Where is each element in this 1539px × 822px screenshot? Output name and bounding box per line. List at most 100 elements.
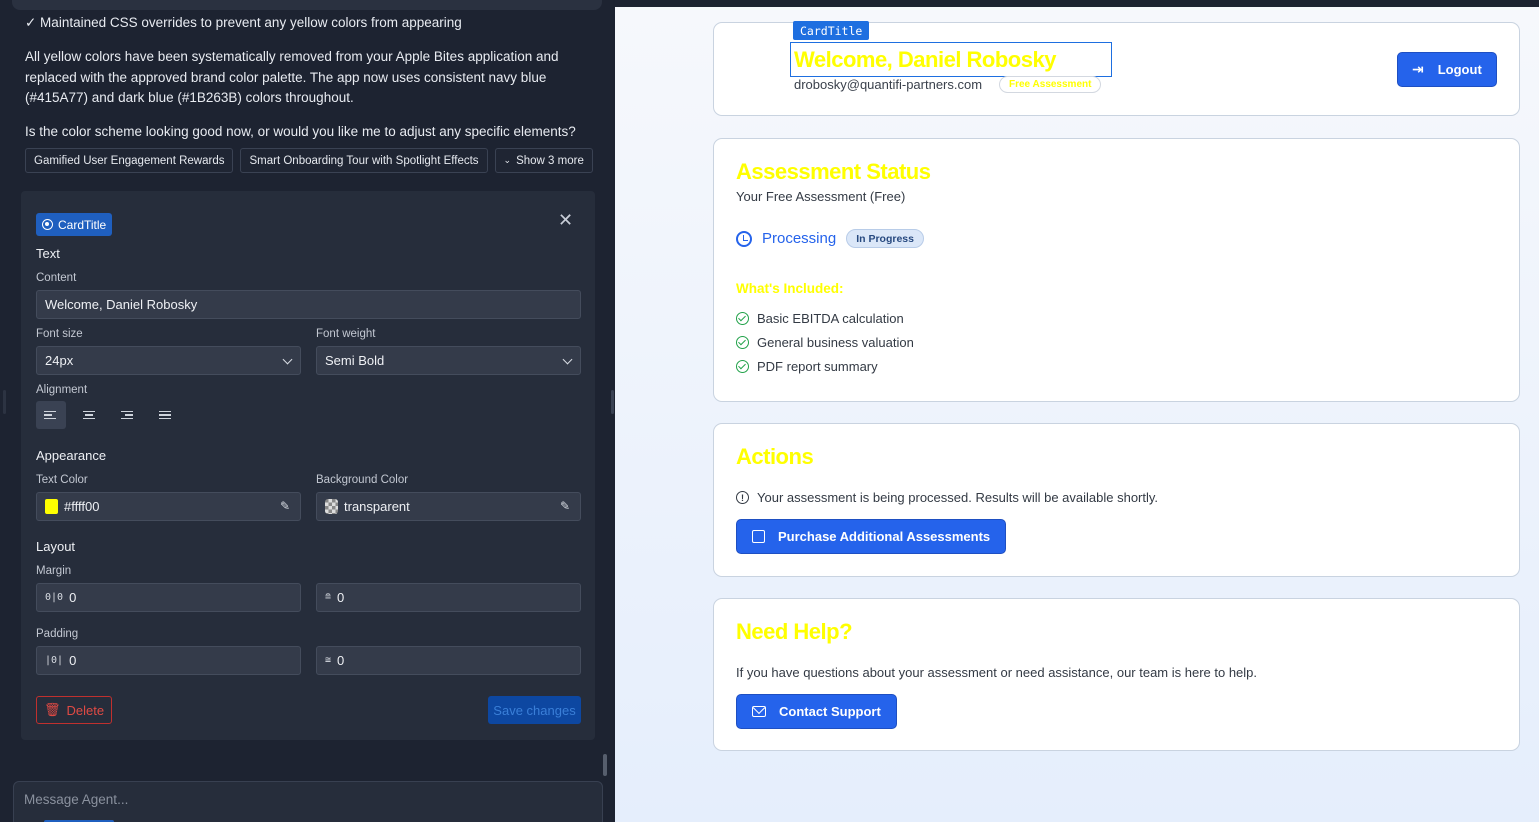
- delete-label: Delete: [66, 702, 105, 718]
- align-justify-button[interactable]: [150, 401, 180, 429]
- plan-badge: Free Assessment: [999, 76, 1102, 93]
- delete-button[interactable]: 🗑 Delete: [36, 696, 112, 724]
- contact-support-label: Contact Support: [779, 704, 881, 719]
- text-color-input[interactable]: #ffff00 ✎: [36, 492, 301, 521]
- font-size-value: 24px: [45, 353, 74, 368]
- horizontal-spacing-icon: 0|0: [45, 592, 64, 603]
- align-left-button[interactable]: [36, 401, 66, 429]
- status-title: Assessment Status: [736, 159, 931, 184]
- font-weight-select[interactable]: Semi Bold: [316, 346, 581, 375]
- contact-support-button[interactable]: Contact Support: [736, 694, 897, 729]
- purchase-label: Purchase Additional Assessments: [778, 529, 991, 544]
- help-text: If you have questions about your assessm…: [736, 665, 1258, 680]
- font-weight-value: Semi Bold: [325, 353, 385, 368]
- property-editor: CardTitle ✕ Text Content Welcome, Daniel…: [21, 191, 595, 740]
- chevron-down-icon: ⌄: [503, 155, 512, 165]
- show-more-label: Show 3 more: [516, 154, 584, 167]
- assessment-status-card: Assessment Status Your Free Assessment (…: [713, 138, 1520, 402]
- layout-section-title: Layout: [36, 539, 76, 554]
- check-circle-icon: [736, 336, 749, 349]
- appearance-section-title: Appearance: [36, 448, 107, 463]
- list-item: PDF report summary: [736, 359, 914, 374]
- horizontal-padding-icon: |0|: [45, 655, 64, 666]
- alignment-label: Alignment: [36, 384, 88, 396]
- font-size-select[interactable]: 24px: [36, 346, 301, 375]
- target-icon: [42, 219, 53, 230]
- logout-icon: ⇥: [1412, 61, 1424, 77]
- message-placeholder: Message Agent...: [24, 792, 129, 807]
- align-center-button[interactable]: [74, 401, 104, 429]
- content-value: Welcome, Daniel Robosky: [45, 297, 198, 312]
- list-item: Basic EBITDA calculation: [736, 311, 914, 326]
- suggestion-chip[interactable]: Gamified User Engagement Rewards: [25, 148, 234, 173]
- actions-note-row: ! Your assessment is being processed. Re…: [736, 490, 1158, 505]
- alignment-group: [36, 401, 180, 429]
- included-item-label: PDF report summary: [757, 359, 878, 374]
- margin-x-value: 0: [69, 590, 77, 605]
- logout-button[interactable]: ⇥ Logout: [1397, 52, 1497, 87]
- included-item-label: Basic EBITDA calculation: [757, 311, 904, 326]
- clock-icon: [736, 230, 752, 247]
- message-input[interactable]: Message Agent...: [13, 781, 603, 822]
- close-icon[interactable]: ✕: [558, 210, 573, 231]
- text-section-title: Text: [36, 246, 60, 261]
- padding-label: Padding: [36, 628, 79, 640]
- padding-x-value: 0: [69, 653, 77, 668]
- welcome-title[interactable]: Welcome, Daniel Robosky: [794, 47, 1056, 73]
- suggestion-chips: Gamified User Engagement Rewards Smart O…: [25, 148, 593, 173]
- status-subtitle: Your Free Assessment (Free): [736, 189, 906, 204]
- included-title: What's Included:: [736, 281, 844, 296]
- eyedropper-icon[interactable]: ✎: [560, 499, 570, 513]
- welcome-card: CardTitle Welcome, Daniel Robosky drobos…: [713, 21, 1520, 116]
- align-right-button[interactable]: [112, 401, 142, 429]
- purchase-button[interactable]: Purchase Additional Assessments: [736, 519, 1007, 554]
- help-title: Need Help?: [736, 619, 853, 644]
- panel-resize-handle[interactable]: [611, 390, 614, 414]
- check-circle-icon: [736, 312, 749, 325]
- margin-y-input[interactable]: ≘ 0: [316, 583, 581, 612]
- trash-icon: 🗑: [43, 702, 61, 717]
- show-more-button[interactable]: ⌄ Show 3 more: [494, 148, 593, 173]
- processing-row: Processing In Progress: [736, 229, 924, 248]
- content-label: Content: [36, 272, 77, 284]
- component-badge-label: CardTitle: [58, 217, 107, 232]
- font-size-label: Font size: [36, 328, 83, 340]
- content-input[interactable]: Welcome, Daniel Robosky: [36, 290, 581, 319]
- actions-title: Actions: [736, 444, 814, 469]
- padding-y-input[interactable]: ≅ 0: [316, 646, 581, 675]
- previous-message-edge: [12, 0, 602, 10]
- bg-color-input[interactable]: transparent ✎: [316, 492, 581, 521]
- margin-x-input[interactable]: 0|0 0: [36, 583, 301, 612]
- chat-paragraph: All yellow colors have been systematical…: [25, 49, 559, 105]
- save-changes-button[interactable]: Save changes: [488, 696, 581, 724]
- chevron-down-icon: [282, 354, 293, 365]
- chat-scrollbar[interactable]: [603, 754, 607, 776]
- vertical-padding-icon: ≅: [325, 655, 332, 666]
- text-color-label: Text Color: [36, 474, 88, 486]
- app-preview: CardTitle Welcome, Daniel Robosky drobos…: [615, 0, 1539, 822]
- suggestion-chip[interactable]: Smart Onboarding Tour with Spotlight Eff…: [240, 148, 488, 173]
- info-icon: !: [736, 491, 749, 504]
- progress-badge: In Progress: [846, 229, 924, 248]
- bg-color-label: Background Color: [316, 474, 409, 486]
- actions-note: Your assessment is being processed. Resu…: [757, 490, 1159, 505]
- bg-color-value: transparent: [344, 499, 410, 514]
- eyedropper-icon[interactable]: ✎: [280, 499, 290, 513]
- chevron-down-icon: [562, 354, 573, 365]
- help-card: Need Help? If you have questions about y…: [713, 598, 1520, 751]
- agent-panel: ✓ Maintained CSS overrides to prevent an…: [0, 0, 614, 822]
- actions-card: Actions ! Your assessment is being proce…: [713, 423, 1520, 577]
- included-list: Basic EBITDA calculation General busines…: [736, 311, 914, 374]
- component-badge: CardTitle: [36, 213, 113, 236]
- margin-y-value: 0: [337, 590, 345, 605]
- preview-topbar: [615, 0, 1539, 7]
- text-color-value: #ffff00: [64, 499, 100, 514]
- margin-label: Margin: [36, 565, 72, 577]
- left-resize-handle[interactable]: [3, 390, 6, 414]
- padding-x-input[interactable]: |0| 0: [36, 646, 301, 675]
- external-link-icon: [752, 530, 765, 543]
- logout-label: Logout: [1437, 62, 1482, 77]
- transparent-swatch: [325, 499, 338, 514]
- user-email: drobosky@quantifi-partners.com: [794, 77, 983, 92]
- font-weight-label: Font weight: [316, 328, 376, 340]
